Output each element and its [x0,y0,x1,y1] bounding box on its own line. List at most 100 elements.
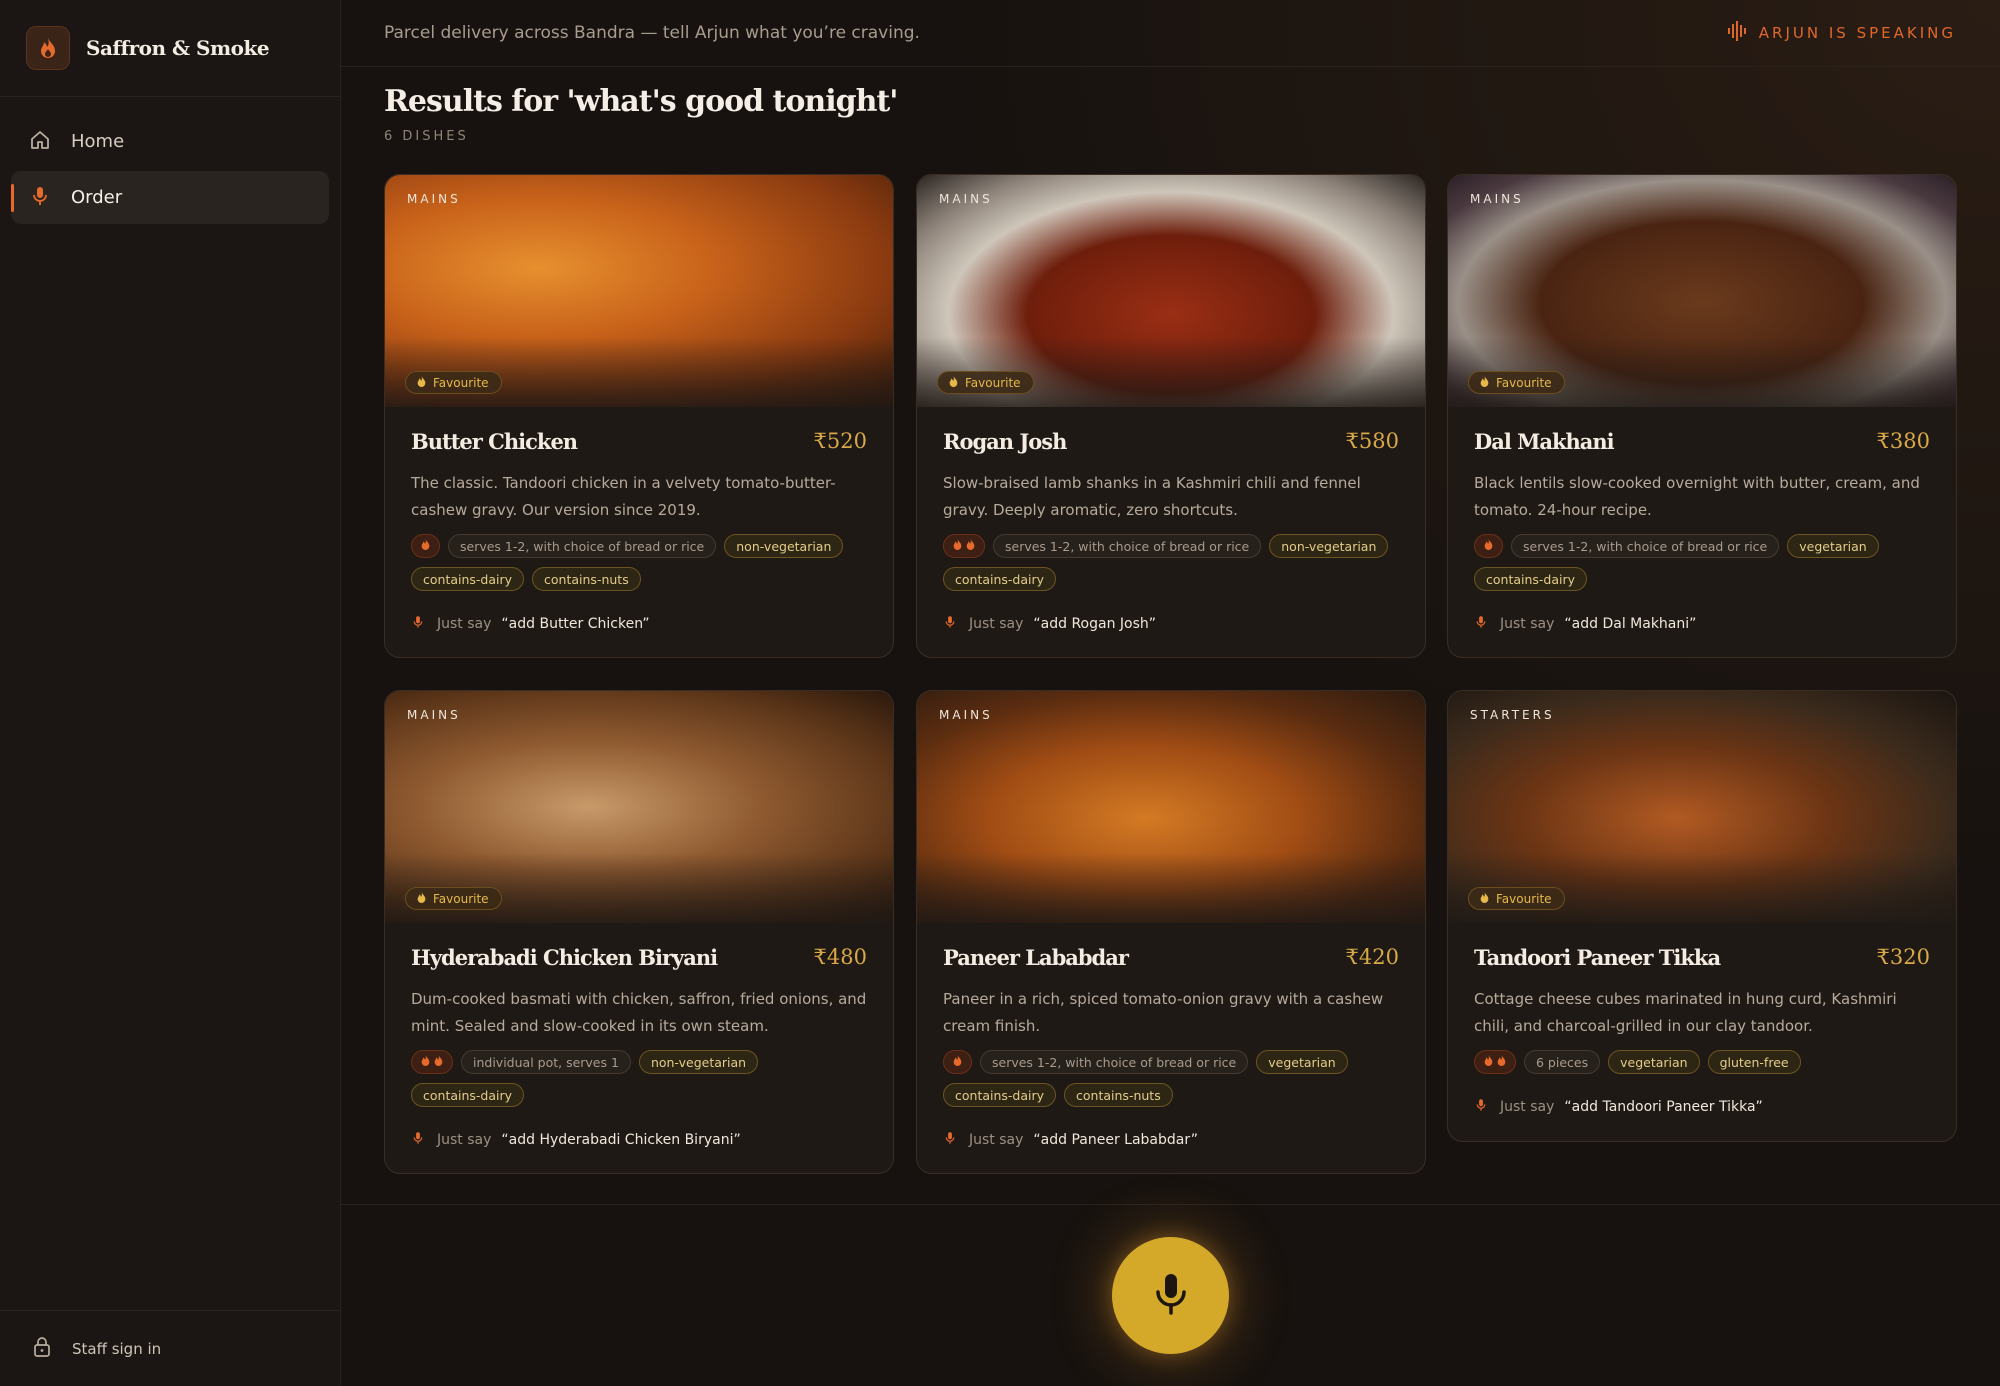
diet-tag: vegetarian [1608,1050,1700,1074]
diet-tag: contains-dairy [943,1083,1057,1107]
diet-tag: gluten-free [1707,1050,1801,1074]
dish-description: Cottage cheese cubes marinated in hung c… [1474,990,1897,1035]
favourite-label: Favourite [965,375,1021,390]
dish-details: Rogan Josh ₹580 Slow-braised lamb shanks i… [917,407,1425,635]
say-prefix: Just say [969,616,1024,632]
staff-sign-in-label: Staff sign in [72,1339,162,1358]
dish-photo: MAINS Favourite [385,691,893,923]
mic-icon [943,613,957,635]
chili-icon [1483,538,1494,554]
dish-price: ₹520 [813,429,867,453]
diet-tag: contains-dairy [943,567,1057,591]
diet-tag: contains-nuts [1064,1083,1173,1107]
dish-name: Dal Makhani [1474,429,1615,454]
mic-icon [1474,613,1488,635]
category-label: MAINS [407,708,461,722]
soundwave-icon [1727,21,1749,45]
mic-icon [1474,1096,1488,1118]
diet-tag: non-vegetarian [724,534,844,558]
dish-photo: STARTERS Favourite [1448,691,1956,923]
voice-command-hint: Just say “add Butter Chicken” [411,613,867,635]
dish-description: Dum-cooked basmati with chicken, saffron… [411,990,867,1035]
chili-icon [1483,1054,1494,1070]
say-prefix: Just say [437,1132,492,1148]
flame-icon [1479,375,1490,391]
diet-tag: contains-dairy [411,1083,525,1107]
favourite-label: Favourite [1496,891,1552,906]
dish-card[interactable]: STARTERS Favourite Tandoori Paneer Tikka ₹3… [1447,690,1957,1142]
dish-card[interactable]: MAINS Favourite Butter Chicken ₹520 The clas… [384,174,894,658]
dish-photo: MAINS Favourite [385,175,893,407]
dish-card[interactable]: MAINS Favourite Dal Makhani ₹380 Black lenti… [1447,174,1957,658]
serving-tag: individual pot, serves 1 [461,1050,631,1074]
favourite-label: Favourite [433,375,489,390]
chili-icon [420,1054,431,1070]
favourite-label: Favourite [433,891,489,906]
dish-tags: serves 1-2, with choice of bread or rice… [943,534,1399,591]
favourite-badge: Favourite [937,371,1034,394]
home-icon [29,129,51,155]
dish-grid: MAINS Favourite Butter Chicken ₹520 The clas… [384,174,1958,1184]
voice-command-hint: Just say “add Tandoori Paneer Tikka” [1474,1096,1930,1118]
mic-icon [411,613,425,635]
chili-icon [433,1054,444,1070]
sidebar-nav: Home Order [0,97,340,245]
dish-price: ₹580 [1345,429,1399,453]
favourite-label: Favourite [1496,375,1552,390]
chili-icon [420,538,431,554]
voice-mic-button[interactable] [1112,1237,1229,1354]
dish-name: Butter Chicken [411,429,578,454]
dish-details: Butter Chicken ₹520 The classic. Tandoori … [385,407,893,635]
say-prefix: Just say [437,616,492,632]
flame-icon [26,26,70,70]
spice-level-badge [943,1050,972,1074]
main-content: Parcel delivery across Bandra — tell Arj… [341,0,2000,1386]
chili-icon [952,1054,963,1070]
dish-name: Rogan Josh [943,429,1067,454]
serving-tag: serves 1-2, with choice of bread or rice [1511,534,1780,558]
voice-command-hint: Just say “add Paneer Lababdar” [943,1129,1399,1151]
page-title: Results for 'what's good tonight' [384,84,898,119]
favourite-badge: Favourite [405,887,502,910]
sidebar-item-home[interactable]: Home [11,115,329,168]
diet-tag: non-vegetarian [638,1050,759,1074]
brand[interactable]: Saffron & Smoke [0,0,340,97]
dish-tags: individual pot, serves 1 non-vegetarian co… [411,1050,867,1107]
topbar: Parcel delivery across Bandra — tell Arj… [341,0,2000,67]
spice-level-badge [1474,1050,1516,1074]
favourite-badge: Favourite [405,371,502,394]
delivery-message: Parcel delivery across Bandra — tell Arj… [384,23,920,43]
sidebar-item-label: Order [71,187,123,208]
dish-name: Tandoori Paneer Tikka [1474,945,1721,970]
dish-card[interactable]: MAINS Paneer Lababdar ₹420 Paneer in a rich… [916,690,1426,1174]
flame-icon [948,375,959,391]
mic-icon [1153,1272,1189,1320]
flame-icon [416,891,427,907]
mic-icon [943,1129,957,1151]
favourite-badge: Favourite [1468,887,1565,910]
chili-icon [952,538,963,554]
dish-name: Hyderabadi Chicken Biryani [411,945,718,970]
results-count: 6 DISHES [384,129,469,144]
dish-description: Slow-braised lamb shanks in a Kashmiri c… [943,474,1361,519]
serving-tag: serves 1-2, with choice of bread or rice [993,534,1262,558]
voice-command: “add Hyderabadi Chicken Biryani” [501,1132,741,1148]
dish-tags: serves 1-2, with choice of bread or rice… [1474,534,1930,591]
spice-level-badge [943,534,985,558]
staff-sign-in[interactable]: Staff sign in [0,1310,340,1386]
lock-icon [32,1336,52,1362]
diet-tag: vegetarian [1787,534,1879,558]
dish-card[interactable]: MAINS Favourite Rogan Josh ₹580 Slow-braised… [916,174,1426,658]
dish-card[interactable]: MAINS Favourite Hyderabadi Chicken Biryani… [384,690,894,1174]
category-label: MAINS [407,192,461,206]
brand-name: Saffron & Smoke [86,36,270,60]
spice-level-badge [411,1050,453,1074]
category-label: MAINS [939,192,993,206]
diet-tag: contains-nuts [532,567,641,591]
spice-level-badge [411,534,440,558]
dish-description: Paneer in a rich, spiced tomato-onion gr… [943,990,1384,1035]
category-label: MAINS [1470,192,1524,206]
dish-price: ₹420 [1345,945,1399,969]
divider [341,1204,2000,1205]
sidebar-item-order[interactable]: Order [11,171,329,224]
